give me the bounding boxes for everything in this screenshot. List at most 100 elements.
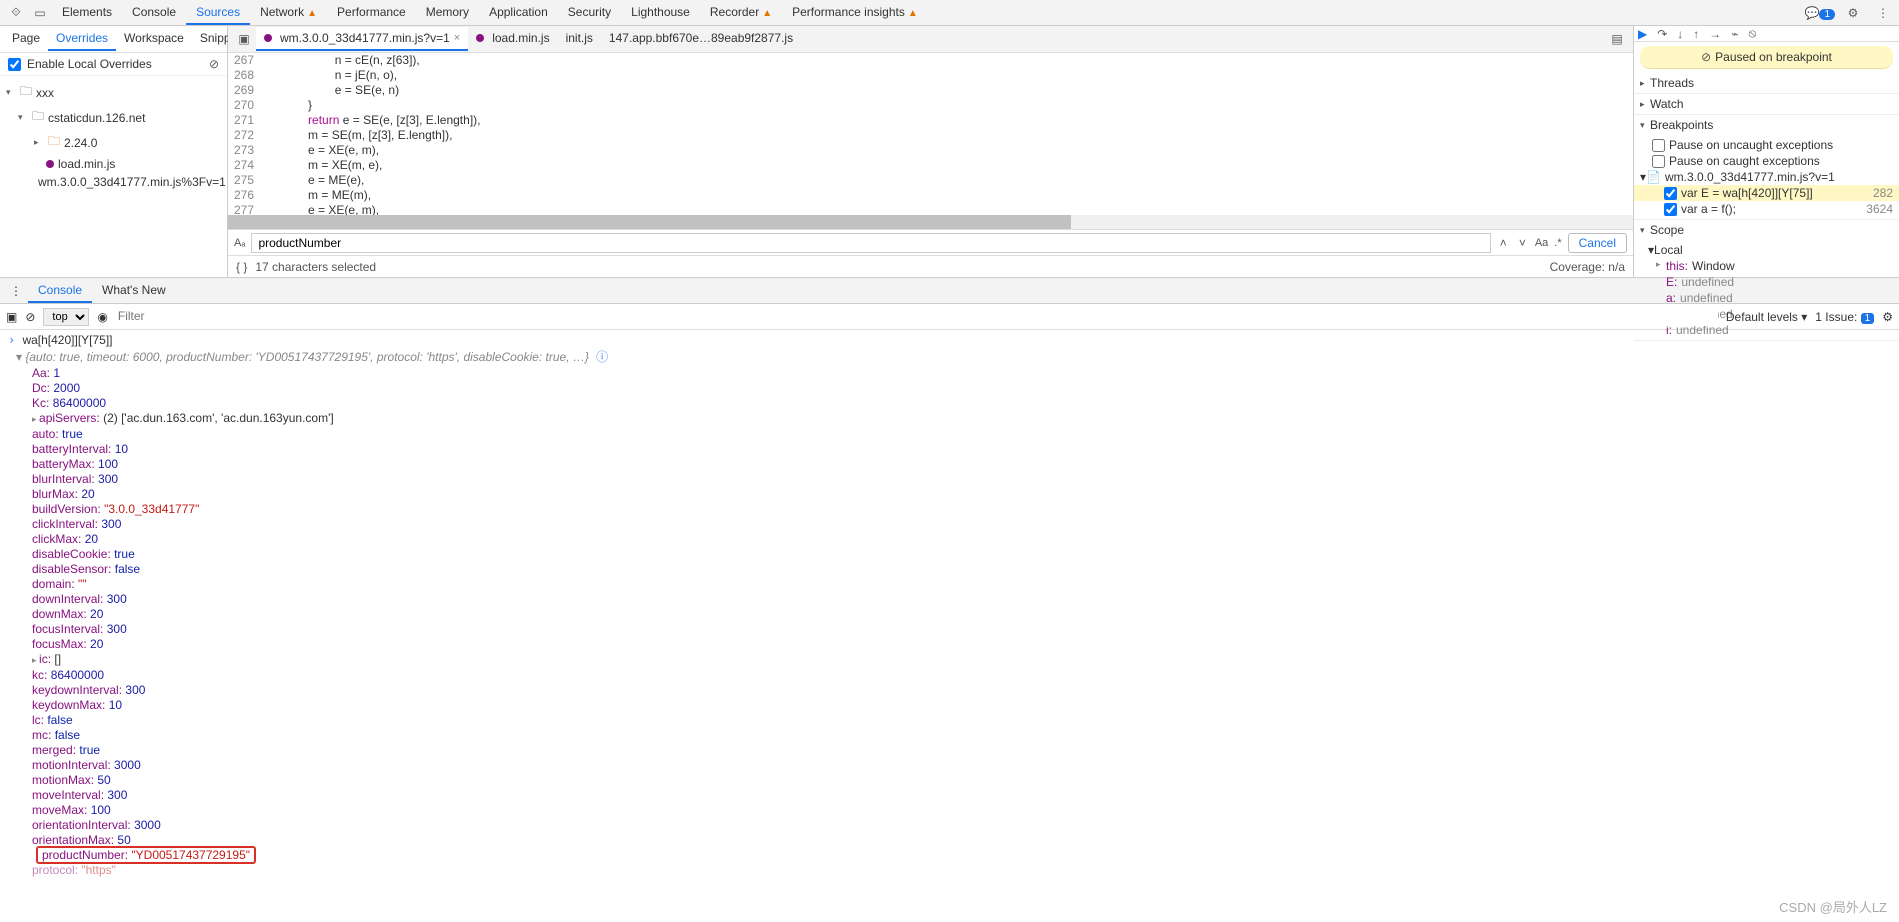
code-editor[interactable]: 2672682692702712722732742752762772782792… xyxy=(228,53,1633,215)
more-icon[interactable]: ⋮ xyxy=(1871,1,1895,25)
regex-toggle[interactable]: .* xyxy=(1554,237,1561,249)
file-tab[interactable]: wm.3.0.0_33d41777.min.js?v=1× xyxy=(256,27,468,51)
bp-file-row[interactable]: ▾📄wm.3.0.0_33d41777.min.js?v=1 xyxy=(1634,169,1899,185)
pretty-print-icon[interactable]: { } xyxy=(236,260,247,274)
step-over-icon[interactable]: ↷ xyxy=(1657,27,1667,41)
object-property[interactable]: Dc: 2000 xyxy=(24,381,1899,396)
settings-icon[interactable]: ⚙ xyxy=(1841,1,1865,25)
inspect-icon[interactable]: ⟐ xyxy=(4,1,28,25)
pause-caught-row[interactable]: Pause on caught exceptions xyxy=(1634,153,1899,169)
object-property[interactable]: focusInterval: 300 xyxy=(24,622,1899,637)
resume-icon[interactable]: ▶ xyxy=(1638,27,1647,41)
more-tabs-icon[interactable]: ▤ xyxy=(1605,32,1629,46)
step-out-icon[interactable]: ↑ xyxy=(1693,27,1699,41)
enable-overrides-checkbox[interactable] xyxy=(8,58,21,71)
object-property[interactable]: blurInterval: 300 xyxy=(24,472,1899,487)
object-property[interactable]: productNumber: "YD00517437729195" xyxy=(24,848,1899,863)
file-tab[interactable]: init.js xyxy=(558,27,601,51)
eye-icon[interactable]: ◉ xyxy=(97,310,107,324)
breakpoint-row[interactable]: var E = wa[h[420]][Y[75]]282 xyxy=(1634,185,1899,201)
clear-icon[interactable]: ⊘ xyxy=(209,57,219,71)
object-property[interactable]: motionMax: 50 xyxy=(24,773,1899,788)
console-settings-icon[interactable]: ⚙ xyxy=(1882,310,1893,324)
clear-console-icon[interactable]: ⊘ xyxy=(25,310,35,324)
object-property[interactable]: downMax: 20 xyxy=(24,607,1899,622)
object-property[interactable]: protocol: "https" xyxy=(24,863,1899,878)
object-property[interactable]: clickInterval: 300 xyxy=(24,517,1899,532)
object-property[interactable]: mc: false xyxy=(24,728,1899,743)
info-icon[interactable]: ⓘ xyxy=(596,350,608,364)
object-property[interactable]: domain: "" xyxy=(24,577,1899,592)
subtab-workspace[interactable]: Workspace xyxy=(116,27,192,51)
tree-folder[interactable]: ▸🗀2.24.0 xyxy=(0,130,227,155)
object-property[interactable]: keydownInterval: 300 xyxy=(24,683,1899,698)
find-prev-icon[interactable]: ˄ xyxy=(1497,236,1510,250)
sidebar-toggle-icon[interactable]: ▣ xyxy=(6,310,17,324)
threads-section[interactable]: ▸Threads xyxy=(1634,73,1899,93)
object-property[interactable]: kc: 86400000 xyxy=(24,668,1899,683)
tree-root[interactable]: ▾🗀xxx xyxy=(0,80,227,105)
local-var[interactable]: a:undefined xyxy=(1634,290,1899,306)
drawer-tab-whatsnew[interactable]: What's New xyxy=(92,279,176,303)
find-next-icon[interactable]: ˅ xyxy=(1516,236,1529,250)
object-property[interactable]: moveMax: 100 xyxy=(24,803,1899,818)
step-icon[interactable]: → xyxy=(1709,27,1721,41)
object-property[interactable]: focusMax: 20 xyxy=(24,637,1899,652)
close-icon[interactable]: × xyxy=(454,32,460,44)
object-property[interactable]: Kc: 86400000 xyxy=(24,396,1899,411)
object-property[interactable]: batteryInterval: 10 xyxy=(24,442,1899,457)
object-property[interactable]: disableCookie: true xyxy=(24,547,1899,562)
pause-exceptions-icon[interactable]: ⦸ xyxy=(1749,26,1757,41)
device-toggle-icon[interactable]: ▭ xyxy=(28,1,52,25)
object-property[interactable]: batteryMax: 100 xyxy=(24,457,1899,472)
object-property[interactable]: clickMax: 20 xyxy=(24,532,1899,547)
object-property[interactable]: ▸ apiServers: (2) ['ac.dun.163.com', 'ac… xyxy=(24,411,1899,427)
tab-lighthouse[interactable]: Lighthouse xyxy=(621,1,700,25)
tab-performance[interactable]: Performance xyxy=(327,1,416,25)
tab-console[interactable]: Console xyxy=(122,1,186,25)
console-body[interactable]: wa[h[420]][Y[75]] {auto: true, timeout: … xyxy=(0,330,1899,922)
find-input[interactable] xyxy=(251,233,1490,253)
console-filter-input[interactable] xyxy=(116,307,1718,326)
drawer-tab-console[interactable]: Console xyxy=(28,279,92,303)
object-property[interactable]: Aa: 1 xyxy=(24,366,1899,381)
scope-section[interactable]: ▾Scope xyxy=(1634,220,1899,240)
horizontal-scrollbar[interactable] xyxy=(228,215,1633,229)
tab-recorder[interactable]: Recorder▲ xyxy=(700,1,782,25)
tree-domain[interactable]: ▾🗀cstaticdun.126.net xyxy=(0,105,227,130)
drawer-more-icon[interactable]: ⋮ xyxy=(4,284,28,298)
issues-icon[interactable]: 💬1 xyxy=(1804,6,1835,20)
file-tab[interactable]: 147.app.bbf670e…89eab9f2877.js xyxy=(601,27,801,51)
object-property[interactable]: buildVersion: "3.0.0_33d41777" xyxy=(24,502,1899,517)
pause-uncaught-row[interactable]: Pause on uncaught exceptions xyxy=(1634,137,1899,153)
tab-security[interactable]: Security xyxy=(558,1,621,25)
object-property[interactable]: disableSensor: false xyxy=(24,562,1899,577)
match-case-toggle[interactable]: Aa xyxy=(1535,237,1548,249)
step-into-icon[interactable]: ↓ xyxy=(1677,27,1683,41)
object-property[interactable]: orientationMax: 50 xyxy=(24,833,1899,848)
object-property[interactable]: auto: true xyxy=(24,427,1899,442)
object-property[interactable]: downInterval: 300 xyxy=(24,592,1899,607)
console-result[interactable]: {auto: true, timeout: 6000, productNumbe… xyxy=(0,349,1899,366)
deactivate-bp-icon[interactable]: ⌁ xyxy=(1731,27,1738,41)
tab-network[interactable]: Network▲ xyxy=(250,1,327,25)
tree-file[interactable]: load.min.js xyxy=(0,155,227,173)
tab-performance-insights[interactable]: Performance insights▲ xyxy=(782,1,928,25)
object-property[interactable]: merged: true xyxy=(24,743,1899,758)
local-var[interactable]: E:undefined xyxy=(1634,274,1899,290)
tab-elements[interactable]: Elements xyxy=(52,1,122,25)
scope-local[interactable]: ▾Local xyxy=(1634,242,1899,258)
navigator-toggle-icon[interactable]: ▣ xyxy=(232,32,256,46)
find-cancel-button[interactable]: Cancel xyxy=(1568,233,1627,253)
subtab-overrides[interactable]: Overrides xyxy=(48,27,116,51)
object-property[interactable]: motionInterval: 3000 xyxy=(24,758,1899,773)
levels-dropdown[interactable]: Default levels ▾ xyxy=(1726,310,1807,324)
object-property[interactable]: blurMax: 20 xyxy=(24,487,1899,502)
object-property[interactable]: keydownMax: 10 xyxy=(24,698,1899,713)
expand-toggle-icon[interactable] xyxy=(16,350,25,364)
watch-section[interactable]: ▸Watch xyxy=(1634,94,1899,114)
local-var[interactable]: ▸ this:Window xyxy=(1634,258,1899,274)
tree-file[interactable]: wm.3.0.0_33d41777.min.js%3Fv=1 xyxy=(0,173,227,191)
object-property[interactable]: moveInterval: 300 xyxy=(24,788,1899,803)
breakpoints-section[interactable]: ▾Breakpoints xyxy=(1634,115,1899,135)
